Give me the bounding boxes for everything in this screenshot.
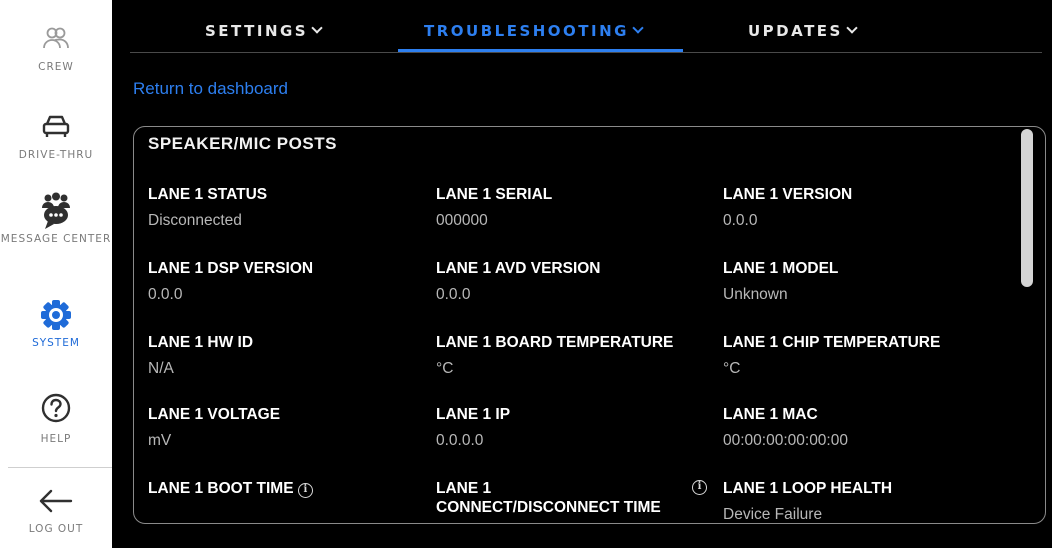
- sidebar-item-label: LOG OUT: [28, 523, 84, 535]
- sidebar-item-label: CREW: [38, 61, 74, 73]
- field-value: 00:00:00:00:00:00: [723, 432, 848, 449]
- sidebar-item-label: HELP: [40, 433, 72, 445]
- field-label: LANE 1 STATUS: [148, 186, 268, 203]
- field-value: Device Failure: [723, 506, 823, 523]
- field-lane1-status: LANE 1 STATUS Disconnected: [148, 185, 428, 230]
- field-label-text: LANE 1: [436, 480, 492, 497]
- panel-title: SPEAKER/MIC POSTS: [148, 134, 337, 153]
- field-lane1-dsp-version: LANE 1 DSP VERSION 0.0.0: [148, 259, 428, 304]
- field-label: LANE 1 MAC: [723, 406, 818, 423]
- field-value: 000000: [436, 212, 488, 229]
- field-lane1-mac: LANE 1 MAC 00:00:00:00:00:00: [723, 405, 1003, 450]
- scrollbar-thumb[interactable]: [1021, 129, 1033, 287]
- sidebar-item-label: DRIVE-THRU: [18, 149, 94, 161]
- field-value: 0.0.0: [436, 286, 471, 303]
- tab-updates[interactable]: UPDATES: [748, 22, 858, 40]
- field-label: LANE 1 CHIP TEMPERATURE: [723, 334, 941, 351]
- field-lane1-loop-health: LANE 1 LOOP HEALTH Device Failure: [723, 479, 1003, 523]
- field-label: LANE 1 HW ID: [148, 334, 254, 351]
- field-lane1-serial: LANE 1 SERIAL 000000: [436, 185, 716, 230]
- field-lane1-ip: LANE 1 IP 0.0.0.0: [436, 405, 716, 450]
- field-lane1-board-temperature: LANE 1 BOARD TEMPERATURE °C: [436, 333, 716, 378]
- field-label: LANE 1 LOOP HEALTH: [723, 480, 893, 497]
- sidebar-item-system[interactable]: SYSTEM: [0, 298, 112, 350]
- field-value: 0.0.0: [723, 212, 758, 229]
- field-label: LANE 1 AVD VERSION: [436, 260, 601, 277]
- info-icon[interactable]: i: [692, 480, 707, 495]
- field-label: LANE 1 MODEL: [723, 260, 839, 277]
- message-center-icon: [39, 192, 73, 230]
- field-label: LANE 1 BOARD TEMPERATURE: [436, 334, 674, 351]
- field-value: Disconnected: [148, 212, 242, 229]
- field-label-text: LANE 1 BOOT TIME: [148, 480, 294, 497]
- chevron-down-icon: [846, 22, 858, 34]
- return-to-dashboard-link[interactable]: Return to dashboard: [133, 79, 288, 99]
- chevron-down-icon: [632, 22, 644, 34]
- field-lane1-boot-time: LANE 1 BOOT TIME i: [148, 479, 428, 505]
- field-label: LANE 1 VERSION: [723, 186, 853, 203]
- field-value: N/A: [148, 360, 174, 377]
- field-lane1-avd-version: LANE 1 AVD VERSION 0.0.0: [436, 259, 716, 304]
- tab-label: TROUBLESHOOTING: [424, 22, 629, 40]
- help-icon: [40, 392, 72, 424]
- field-value: °C: [436, 360, 454, 377]
- field-lane1-chip-temperature: LANE 1 CHIP TEMPERATURE °C: [723, 333, 1003, 378]
- car-icon: [40, 112, 72, 142]
- field-label: LANE 1 VOLTAGE: [148, 406, 281, 423]
- sidebar-item-message-center[interactable]: MESSAGE CENTER: [0, 192, 112, 246]
- sidebar-item-drive-thru[interactable]: DRIVE-THRU: [0, 112, 112, 162]
- speaker-mic-posts-panel: SPEAKER/MIC POSTS LANE 1 STATUS Disconne…: [133, 126, 1046, 524]
- field-value: 0.0.0: [148, 286, 183, 303]
- field-lane1-voltage: LANE 1 VOLTAGE mV: [148, 405, 428, 450]
- chevron-down-icon: [311, 22, 323, 34]
- sidebar-item-log-out[interactable]: LOG OUT: [0, 488, 112, 536]
- field-label-text-line2: CONNECT/DISCONNECT TIME: [436, 499, 661, 516]
- tab-label: UPDATES: [748, 22, 843, 40]
- field-label: LANE 1 DSP VERSION: [148, 260, 314, 277]
- field-lane1-connect-disconnect-time: LANE 1 i CONNECT/DISCONNECT TIME: [436, 479, 707, 517]
- field-value: 0.0.0.0: [436, 432, 484, 449]
- field-label: LANE 1 i CONNECT/DISCONNECT TIME: [436, 479, 707, 517]
- sidebar-divider: [8, 467, 112, 468]
- sidebar: CREW DRIVE-THRU MESSAGE CENTER SYSTEM HE…: [0, 0, 112, 548]
- field-label: LANE 1 IP: [436, 406, 511, 423]
- field-value: °C: [723, 360, 741, 377]
- field-value: Unknown: [723, 286, 788, 303]
- field-lane1-version: LANE 1 VERSION 0.0.0: [723, 185, 1003, 230]
- sidebar-item-crew[interactable]: CREW: [0, 24, 112, 74]
- field-lane1-hw-id: LANE 1 HW ID N/A: [148, 333, 428, 378]
- field-label: LANE 1 BOOT TIME i: [148, 479, 428, 498]
- info-icon[interactable]: i: [297, 483, 313, 498]
- field-label: LANE 1 SERIAL: [436, 186, 553, 203]
- sidebar-item-label: MESSAGE CENTER: [0, 233, 112, 245]
- sidebar-item-label: SYSTEM: [32, 337, 80, 349]
- crew-icon: [41, 24, 71, 54]
- sidebar-item-help[interactable]: HELP: [0, 392, 112, 446]
- tab-bar: SETTINGS TROUBLESHOOTING UPDATES: [130, 10, 1042, 53]
- field-lane1-model: LANE 1 MODEL Unknown: [723, 259, 1003, 304]
- gear-icon: [39, 298, 73, 332]
- tab-troubleshooting[interactable]: TROUBLESHOOTING: [424, 22, 644, 40]
- arrow-left-icon: [38, 488, 74, 514]
- active-tab-indicator: [398, 49, 683, 52]
- tab-settings[interactable]: SETTINGS: [205, 22, 323, 40]
- field-value: mV: [148, 432, 172, 449]
- tab-label: SETTINGS: [205, 22, 309, 40]
